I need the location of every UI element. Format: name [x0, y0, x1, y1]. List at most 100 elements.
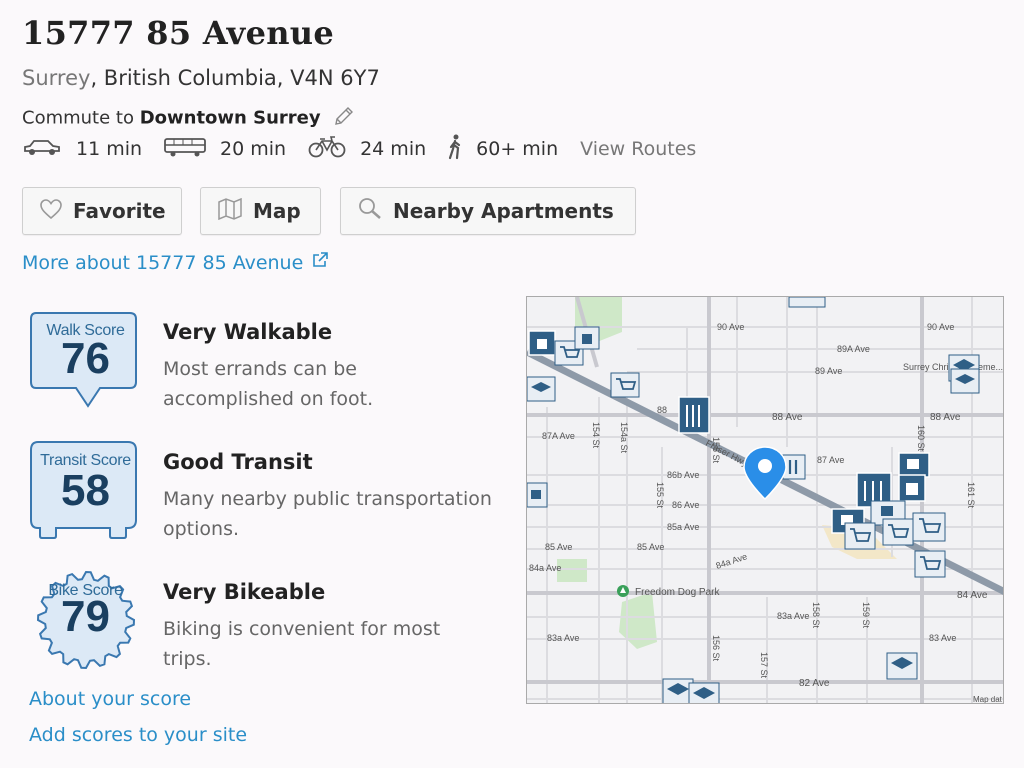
car-icon: [22, 137, 76, 162]
map-icon: [217, 197, 253, 225]
grocery-cart-marker-icon[interactable]: [912, 512, 946, 542]
external-link-icon: [303, 251, 329, 274]
nearby-apartments-button[interactable]: Nearby Apartments: [340, 187, 636, 235]
nearby-apartments-label: Nearby Apartments: [393, 199, 614, 223]
heart-icon: [39, 198, 73, 225]
label-160-st: 160 St: [916, 425, 926, 452]
label-89-ave: 89 Ave: [815, 366, 842, 376]
mode-walk-time: 60+ min: [476, 138, 559, 160]
school-marker-icon[interactable]: [688, 682, 720, 704]
bike-score-value: 79: [61, 592, 110, 641]
walk-score-value: 76: [61, 334, 110, 383]
transit-score-badge[interactable]: Transit Score 58: [28, 440, 143, 550]
transit-score-section: Transit Score 58 Good Transit Many nearb…: [28, 440, 508, 560]
label-90-ave: 90 Ave: [717, 322, 744, 332]
label-90-ave-east: 90 Ave: [927, 322, 954, 332]
more-about-label: More about 15777 85 Avenue: [22, 251, 304, 274]
transit-score-heading: Good Transit: [163, 450, 313, 474]
walk-score-description: Most errands can be accomplished on foot…: [163, 358, 374, 410]
view-routes-link[interactable]: View Routes: [580, 138, 696, 160]
map-green-area: [557, 559, 587, 582]
neighborhood-map[interactable]: 90 Ave 90 Ave 89A Ave 89 Ave 88 88 Ave 8…: [526, 296, 1004, 704]
map-park-area: [619, 592, 657, 649]
restaurant-marker-icon[interactable]: [678, 396, 710, 434]
label-85-ave-mid: 85 Ave: [637, 542, 664, 552]
bike-score-section: Bike Score 79 Very Bikeable Biking is co…: [28, 570, 508, 690]
school-marker-icon[interactable]: [527, 376, 556, 402]
grocery-cart-marker-icon[interactable]: [844, 522, 876, 550]
mode-bus-time: 20 min: [220, 138, 287, 160]
label-82-ave: 82 Ave: [799, 678, 830, 689]
mode-car-time: 11 min: [76, 138, 143, 160]
label-88-ave: 88 Ave: [772, 412, 803, 423]
grocery-cart-marker-icon[interactable]: [882, 518, 914, 546]
search-icon: [357, 197, 393, 226]
label-155-st: 155 St: [655, 482, 665, 509]
mode-bike-time: 24 min: [360, 138, 427, 160]
commute-modes: 11 min 20 min 24 min 60+ min View Routes: [22, 134, 696, 164]
bicycle-icon: [308, 135, 360, 163]
bike-score-heading: Very Bikeable: [163, 580, 326, 604]
coffee-marker-icon[interactable]: [527, 482, 548, 508]
map-button[interactable]: Map: [200, 187, 321, 235]
label-156-st-south: 156 St: [711, 635, 721, 662]
school-marker-icon[interactable]: [886, 652, 918, 680]
label-86b-ave: 86b Ave: [667, 470, 699, 480]
commute-line: Commute to Downtown Surrey: [22, 104, 356, 133]
label-83a-ave: 83a Ave: [547, 633, 579, 643]
address-city: Surrey: [22, 66, 91, 90]
transit-score-value: 58: [61, 466, 110, 515]
mode-car: 11 min: [22, 137, 142, 162]
label-85a-ave: 85a Ave: [667, 522, 699, 532]
label-85-ave: 85 Ave: [545, 542, 572, 552]
label-83a-ave-east: 83a Ave: [777, 611, 809, 621]
label-88-ave-east: 88 Ave: [930, 412, 961, 423]
address: Surrey, British Columbia, V4N 6Y7: [22, 66, 380, 90]
label-89a-ave: 89A Ave: [837, 344, 870, 354]
grocery-cart-marker-icon[interactable]: [610, 372, 640, 398]
label-84-ave: 84 Ave: [957, 590, 988, 601]
transit-score-description: Many nearby public transportation option…: [163, 488, 492, 540]
label-83-ave: 83 Ave: [929, 633, 956, 643]
walk-score-badge[interactable]: Walk Score 76: [28, 310, 143, 420]
label-159-st: 159 St: [861, 602, 871, 629]
address-rest: , British Columbia, V4N 6Y7: [90, 66, 380, 90]
location-pin-icon[interactable]: [743, 446, 787, 501]
commute-destination: Downtown Surrey: [139, 107, 321, 129]
label-154a-st: 154a St: [619, 422, 629, 454]
walking-person-icon: [448, 134, 476, 165]
walk-score-section: Walk Score 76 Very Walkable Most errands…: [28, 310, 508, 430]
about-score-link[interactable]: About your score: [29, 688, 191, 710]
page-title: 15777 85 Avenue: [22, 14, 335, 52]
park-pin-icon[interactable]: [617, 585, 629, 597]
grocery-cart-marker-icon[interactable]: [914, 550, 946, 578]
label-158-st: 158 St: [811, 602, 821, 629]
label-freedom-dog-park: Freedom Dog Park: [635, 587, 720, 598]
favorite-button[interactable]: Favorite: [22, 187, 182, 235]
pencil-edit-icon[interactable]: [332, 104, 356, 133]
label-154-st: 154 St: [591, 422, 601, 449]
more-about-link[interactable]: More about 15777 85 Avenue: [22, 251, 329, 274]
label-87a-ave: 87A Ave: [542, 431, 575, 441]
add-scores-link[interactable]: Add scores to your site: [29, 724, 247, 746]
shopping-bag-marker-icon[interactable]: [898, 474, 926, 502]
bus-icon: [164, 137, 220, 162]
label-157-st: 157 St: [759, 652, 769, 679]
mode-walk: 60+ min: [448, 134, 558, 165]
coffee-marker-icon[interactable]: [898, 452, 930, 478]
shopping-bag-marker-icon[interactable]: [574, 326, 600, 350]
label-86-ave: 86 Ave: [672, 500, 699, 510]
label-161-st: 161 St: [966, 482, 976, 509]
bike-score-description: Biking is convenient for most trips.: [163, 618, 441, 670]
mode-bus: 20 min: [164, 137, 286, 162]
label-84a-ave: 84a Ave: [529, 563, 561, 573]
walk-score-heading: Very Walkable: [163, 320, 333, 344]
bike-score-badge[interactable]: Bike Score 79: [28, 570, 143, 680]
school-marker-icon[interactable]: [788, 297, 826, 308]
map-label: Map: [253, 199, 301, 223]
favorite-label: Favorite: [73, 199, 166, 223]
shopping-bag-marker-icon[interactable]: [528, 330, 556, 356]
label-88: 88: [657, 405, 667, 415]
school-marker-icon[interactable]: [950, 368, 980, 394]
label-84a-ave-diag: 84a Ave: [715, 551, 749, 571]
